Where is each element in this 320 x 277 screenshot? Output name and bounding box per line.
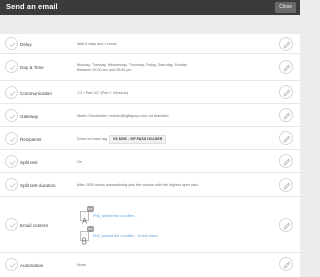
setting-row-communication: Communication T-2 • Part 027 (Part I: In… (0, 81, 300, 104)
edit-automation-button[interactable] (279, 257, 293, 271)
setting-value: After 2000 sends automatically pick the … (77, 183, 199, 187)
setting-label: Communication (20, 91, 52, 96)
check-icon (5, 109, 18, 122)
close-button[interactable]: Close (275, 2, 296, 13)
setting-row-gateway: Gateway Martin Stoobbelier <martin@bgfbg… (0, 104, 300, 127)
setting-value: On (77, 160, 82, 164)
edit-day-time-button[interactable] (279, 60, 293, 74)
setting-label: Gateway (20, 114, 39, 119)
tag-pill: VS MVB - VIP PASS HOLDER (108, 135, 167, 144)
check-icon (5, 132, 18, 145)
setting-value: Martin Stoobbelier <martin@bgfbgcup.com … (77, 114, 170, 118)
setting-value: Wait 0 days and 1 hours (77, 42, 117, 46)
check-icon (5, 60, 18, 73)
setting-row-split-test-duration: Split test duration After 2000 sends aut… (0, 173, 300, 197)
check-icon (5, 155, 18, 168)
edit-split-test-duration-button[interactable] (279, 178, 293, 192)
edit-split-test-button[interactable] (279, 154, 293, 168)
modal-title: Send an email (6, 2, 58, 11)
edit-email-content-button[interactable] (279, 218, 293, 232)
setting-row-day-time: Day & Time Monday, Tuesday, Wednesday, T… (0, 54, 300, 81)
edit-communication-button[interactable] (279, 85, 293, 99)
check-icon (5, 218, 18, 231)
email-link[interactable]: Phil_named the a coffee... to the inbox (93, 234, 158, 238)
check-icon (5, 86, 18, 99)
check-icon (5, 258, 18, 271)
setting-label: Email content (20, 223, 48, 228)
setting-row-email-content: Email content 50% Phil_named the a coffe… (0, 197, 300, 253)
setting-label: Split test (20, 160, 38, 165)
setting-label: Delay (20, 42, 32, 47)
recipients-filter: Does not have tag VS MVB - VIP PASS HOLD… (77, 135, 167, 144)
setting-label: Recipients (20, 137, 42, 142)
split-percentage-badge: 50% (87, 206, 94, 212)
edit-recipients-button[interactable] (279, 131, 293, 145)
setting-row-recipients: Recipients Does not have tag VS MVB - VI… (0, 127, 300, 150)
email-link[interactable]: Phil_named the a coffee... (93, 214, 137, 218)
email-thumbnail-icon (80, 231, 89, 245)
email-thumbnail-icon (80, 211, 89, 224)
check-icon (5, 37, 18, 50)
setting-value: T-2 • Part 027 (Part I: Infosima) (77, 91, 128, 95)
edit-gateway-button[interactable] (279, 108, 293, 122)
modal-header: Send an email Close (0, 0, 300, 15)
setting-label: Split test duration (20, 183, 56, 188)
email-settings-panel: Delay Wait 0 days and 1 hours Day & Time… (0, 34, 300, 277)
setting-row-delay: Delay Wait 0 days and 1 hours (0, 34, 300, 54)
check-icon (5, 178, 18, 191)
recipients-condition: Does not have tag (77, 137, 107, 141)
setting-label: Automation (20, 263, 44, 268)
setting-value: Between 09:00 am and 09:00 pm (77, 68, 132, 72)
setting-row-split-test: Split test On (0, 150, 300, 173)
edit-delay-button[interactable] (279, 37, 293, 51)
split-percentage-badge: 50% (87, 226, 94, 232)
setting-label: Day & Time (20, 65, 44, 70)
setting-row-automation: Automation None (0, 253, 300, 277)
setting-value: None (77, 263, 86, 267)
